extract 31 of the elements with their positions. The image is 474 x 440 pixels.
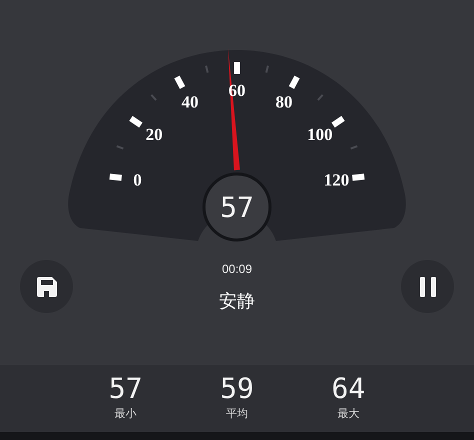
noise-status: 安静 bbox=[219, 290, 255, 313]
pause-icon bbox=[418, 276, 436, 298]
scale-label: 100 bbox=[307, 125, 333, 144]
minor-tick bbox=[205, 66, 209, 73]
minor-tick bbox=[350, 145, 358, 150]
minor-tick bbox=[116, 145, 124, 150]
scale-label: 20 bbox=[146, 125, 163, 144]
major-tick bbox=[234, 62, 240, 74]
scale-label: 40 bbox=[182, 92, 199, 112]
minor-tick bbox=[317, 94, 324, 101]
scale-label: 0 bbox=[133, 170, 142, 190]
stat-value: 64 bbox=[331, 374, 366, 404]
gauge-reading: 57 bbox=[220, 191, 254, 224]
major-tick bbox=[174, 76, 186, 89]
save-icon bbox=[36, 276, 58, 298]
major-tick bbox=[109, 174, 122, 181]
stat-label: 最大 bbox=[337, 407, 360, 422]
stat-value: 57 bbox=[108, 374, 143, 404]
minor-tick bbox=[150, 94, 157, 101]
scale-label: 120 bbox=[324, 170, 350, 190]
major-tick bbox=[129, 116, 143, 128]
minor-tick bbox=[265, 66, 269, 73]
major-tick bbox=[332, 116, 345, 128]
major-tick bbox=[352, 174, 365, 181]
scale-label: 80 bbox=[275, 92, 292, 112]
elapsed-time: 00:09 bbox=[222, 261, 252, 278]
stat-label: 最小 bbox=[114, 407, 137, 422]
reading-circle bbox=[202, 172, 272, 242]
stat-label: 平均 bbox=[226, 407, 248, 422]
major-tick bbox=[288, 76, 300, 89]
stat-value: 59 bbox=[220, 374, 254, 404]
